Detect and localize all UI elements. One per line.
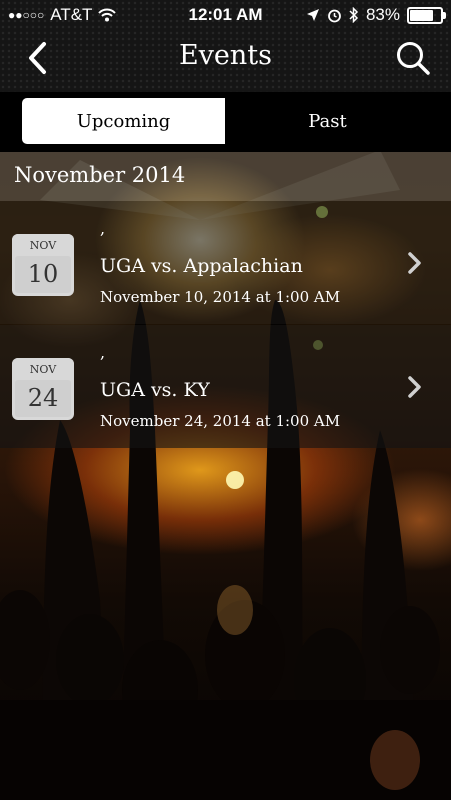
event-row[interactable]: NOV 10 , UGA vs. Appalachian November 10… bbox=[0, 201, 451, 324]
section-title: November 2014 bbox=[14, 163, 186, 187]
section-header: November 2014 bbox=[0, 152, 451, 201]
chevron-right-icon bbox=[408, 376, 421, 398]
location-arrow-icon bbox=[306, 9, 319, 21]
segmented-control: Upcoming Past bbox=[0, 92, 451, 152]
event-prefix: , bbox=[100, 219, 106, 238]
event-day: 24 bbox=[15, 380, 71, 417]
alarm-clock-icon bbox=[328, 9, 341, 22]
event-month: NOV bbox=[12, 358, 74, 380]
search-icon[interactable] bbox=[393, 38, 433, 78]
event-day: 10 bbox=[15, 256, 71, 293]
event-title: UGA vs. Appalachian bbox=[100, 255, 303, 277]
tab-upcoming[interactable]: Upcoming bbox=[22, 98, 225, 144]
event-datetime: November 10, 2014 at 1:00 AM bbox=[100, 288, 341, 306]
calendar-date-badge: NOV 24 bbox=[12, 358, 74, 420]
event-title: UGA vs. KY bbox=[100, 379, 210, 401]
page-title: Events bbox=[178, 40, 273, 71]
calendar-date-badge: NOV 10 bbox=[12, 234, 74, 296]
chevron-right-icon bbox=[408, 252, 421, 274]
bluetooth-icon bbox=[349, 7, 359, 23]
battery-percent: 83% bbox=[365, 5, 400, 24]
event-row[interactable]: NOV 24 , UGA vs. KY November 24, 2014 at… bbox=[0, 324, 451, 448]
navigation-bar: ●●○○○ AT&T 12:01 AM 83% Events bbox=[0, 0, 451, 92]
event-month: NOV bbox=[12, 234, 74, 256]
event-datetime: November 24, 2014 at 1:00 AM bbox=[100, 412, 341, 430]
status-bar: ●●○○○ AT&T 12:01 AM 83% bbox=[0, 0, 451, 30]
tab-past[interactable]: Past bbox=[226, 98, 429, 144]
event-prefix: , bbox=[100, 343, 106, 362]
row-divider bbox=[0, 324, 451, 325]
battery-icon bbox=[407, 6, 446, 24]
